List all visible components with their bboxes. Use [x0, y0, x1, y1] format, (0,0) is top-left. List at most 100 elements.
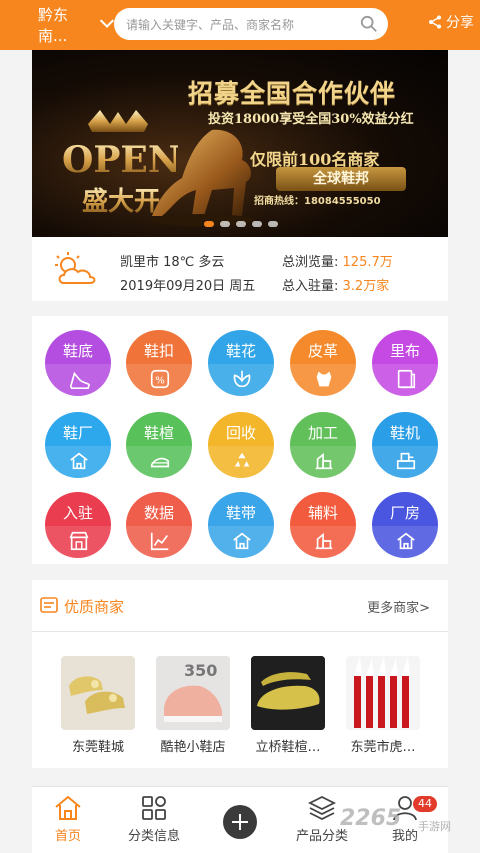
chevron-down-icon	[100, 13, 115, 28]
promo-banner[interactable]: OPEN 盛大开 招募全国合作伙伴 投资18000享受全国30%效益分红 仅限前…	[32, 50, 448, 237]
search-icon[interactable]	[360, 15, 378, 33]
banner-dot[interactable]	[220, 221, 230, 227]
buckle-icon: %	[150, 369, 170, 389]
category-label: 里布	[389, 342, 420, 360]
category-icon-area	[290, 364, 356, 396]
category-2[interactable]: 鞋扣%	[126, 330, 192, 396]
recycle-icon	[234, 452, 250, 467]
chart-icon	[150, 532, 169, 551]
home-icon	[55, 795, 81, 820]
banner-dot[interactable]	[252, 221, 262, 227]
category-icon-area	[290, 446, 356, 478]
date-text: 2019年09月20日 周五	[120, 279, 256, 294]
merchant-name: 东莞市虎…	[350, 740, 416, 755]
banner-subtitle: 投资18000享受全国30%效益分红	[208, 112, 414, 127]
city-label: 黔东南...	[38, 6, 69, 45]
merchant-photo	[61, 656, 135, 730]
banner-dot[interactable]	[236, 221, 246, 227]
store-icon	[40, 597, 58, 613]
banner-dot[interactable]	[268, 221, 278, 227]
merchant-card[interactable]: 350 酷艳小鞋店	[156, 656, 230, 755]
views-label: 总浏览量:	[282, 255, 339, 270]
search-placeholder: 请输入关键字、产品、商家名称	[126, 17, 295, 32]
building-icon	[315, 532, 333, 550]
merchant-name: 立桥鞋楦…	[255, 740, 321, 755]
lion-statue-image	[150, 129, 254, 226]
sneaker-image: 350	[156, 656, 230, 730]
merchants-section: 优质商家 更多商家> 东莞鞋城 350 酷艳小鞋店 立桥鞋楦… 东莞市虎…	[32, 580, 448, 768]
share-icon	[429, 15, 441, 29]
category-icon-area	[45, 446, 111, 478]
category-label: 皮革	[307, 342, 338, 360]
search-input[interactable]: 请输入关键字、产品、商家名称	[114, 8, 388, 40]
watermark-text: 手游网	[418, 820, 451, 833]
category-7[interactable]: 鞋楦	[126, 412, 192, 478]
category-5[interactable]: 里布	[372, 330, 438, 396]
category-11[interactable]: 入驻	[45, 492, 111, 558]
merchant-photo	[346, 656, 420, 730]
svg-text:350: 350	[184, 661, 217, 680]
merchant-name: 东莞鞋城	[71, 740, 124, 755]
category-icon-area	[126, 526, 192, 558]
publish-button[interactable]	[223, 805, 257, 839]
shoe-icon	[69, 371, 90, 389]
category-label: 回收	[225, 424, 256, 442]
home-icon	[233, 532, 251, 550]
views-value: 125.7万	[342, 255, 393, 270]
nav-profile-label: 我的	[392, 829, 419, 844]
share-label: 分享	[446, 15, 474, 31]
merchant-name: 酷艳小鞋店	[160, 740, 226, 755]
nav-products-label: 产品分类	[296, 829, 349, 844]
category-icon-area	[372, 526, 438, 558]
views-stat: 总浏览量: 125.7万	[282, 251, 393, 270]
notification-badge: 44	[413, 796, 437, 812]
category-8[interactable]: 回收	[208, 412, 274, 478]
category-label: 鞋扣	[143, 342, 174, 360]
category-6[interactable]: 鞋厂	[45, 412, 111, 478]
category-13[interactable]: 鞋带	[208, 492, 274, 558]
resident-value: 3.2万家	[342, 279, 390, 294]
nav-home[interactable]: 首页	[54, 795, 82, 844]
category-12[interactable]: 数据	[126, 492, 192, 558]
merchant-card[interactable]: 东莞市虎…	[346, 656, 420, 755]
shop-icon	[69, 531, 89, 551]
category-label: 加工	[307, 424, 338, 442]
more-merchants-link[interactable]: 更多商家>	[367, 597, 430, 616]
category-1[interactable]: 鞋底	[45, 330, 111, 396]
flower-icon	[233, 370, 251, 388]
svg-text:%: %	[155, 376, 165, 387]
category-9[interactable]: 加工	[290, 412, 356, 478]
category-3[interactable]: 鞋花	[208, 330, 274, 396]
category-10[interactable]: 鞋机	[372, 412, 438, 478]
banner-dot[interactable]	[204, 221, 214, 227]
category-label: 鞋机	[389, 424, 420, 442]
share-button[interactable]: 分享	[428, 12, 474, 32]
category-icon-area	[208, 526, 274, 558]
app-screen: 黔东南... 请输入关键字、产品、商家名称 分享 OPEN 盛大开 招募全国合作…	[0, 0, 480, 853]
last-icon	[150, 457, 170, 468]
merchant-card[interactable]: 东莞鞋城	[61, 656, 135, 755]
city-selector[interactable]: 黔东南...	[0, 4, 115, 46]
category-label: 鞋带	[225, 504, 256, 522]
nav-categories[interactable]: 分类信息	[128, 795, 180, 844]
banner-hotline: 招商热线：18084555050	[254, 196, 381, 207]
category-icon-area	[208, 446, 274, 478]
category-15[interactable]: 厂房	[372, 492, 438, 558]
grid-icon	[142, 796, 166, 820]
banner-title: 招募全国合作伙伴	[188, 79, 397, 108]
banner-pagination[interactable]	[204, 221, 278, 227]
category-label: 鞋花	[225, 342, 256, 360]
category-icon-area	[208, 364, 274, 396]
category-4[interactable]: 皮革	[290, 330, 356, 396]
merchant-photo	[251, 656, 325, 730]
category-label: 辅料	[307, 504, 338, 522]
category-icon-area: %	[126, 364, 192, 396]
category-14[interactable]: 辅料	[290, 492, 356, 558]
category-label: 厂房	[389, 504, 420, 522]
nav-home-label: 首页	[54, 829, 81, 844]
merchant-card[interactable]: 立桥鞋楦…	[251, 656, 325, 755]
merchants-title: 优质商家	[64, 598, 125, 616]
home-icon	[397, 532, 415, 550]
weather-text: 凯里市 18℃ 多云	[120, 255, 225, 270]
building-icon	[315, 452, 333, 470]
